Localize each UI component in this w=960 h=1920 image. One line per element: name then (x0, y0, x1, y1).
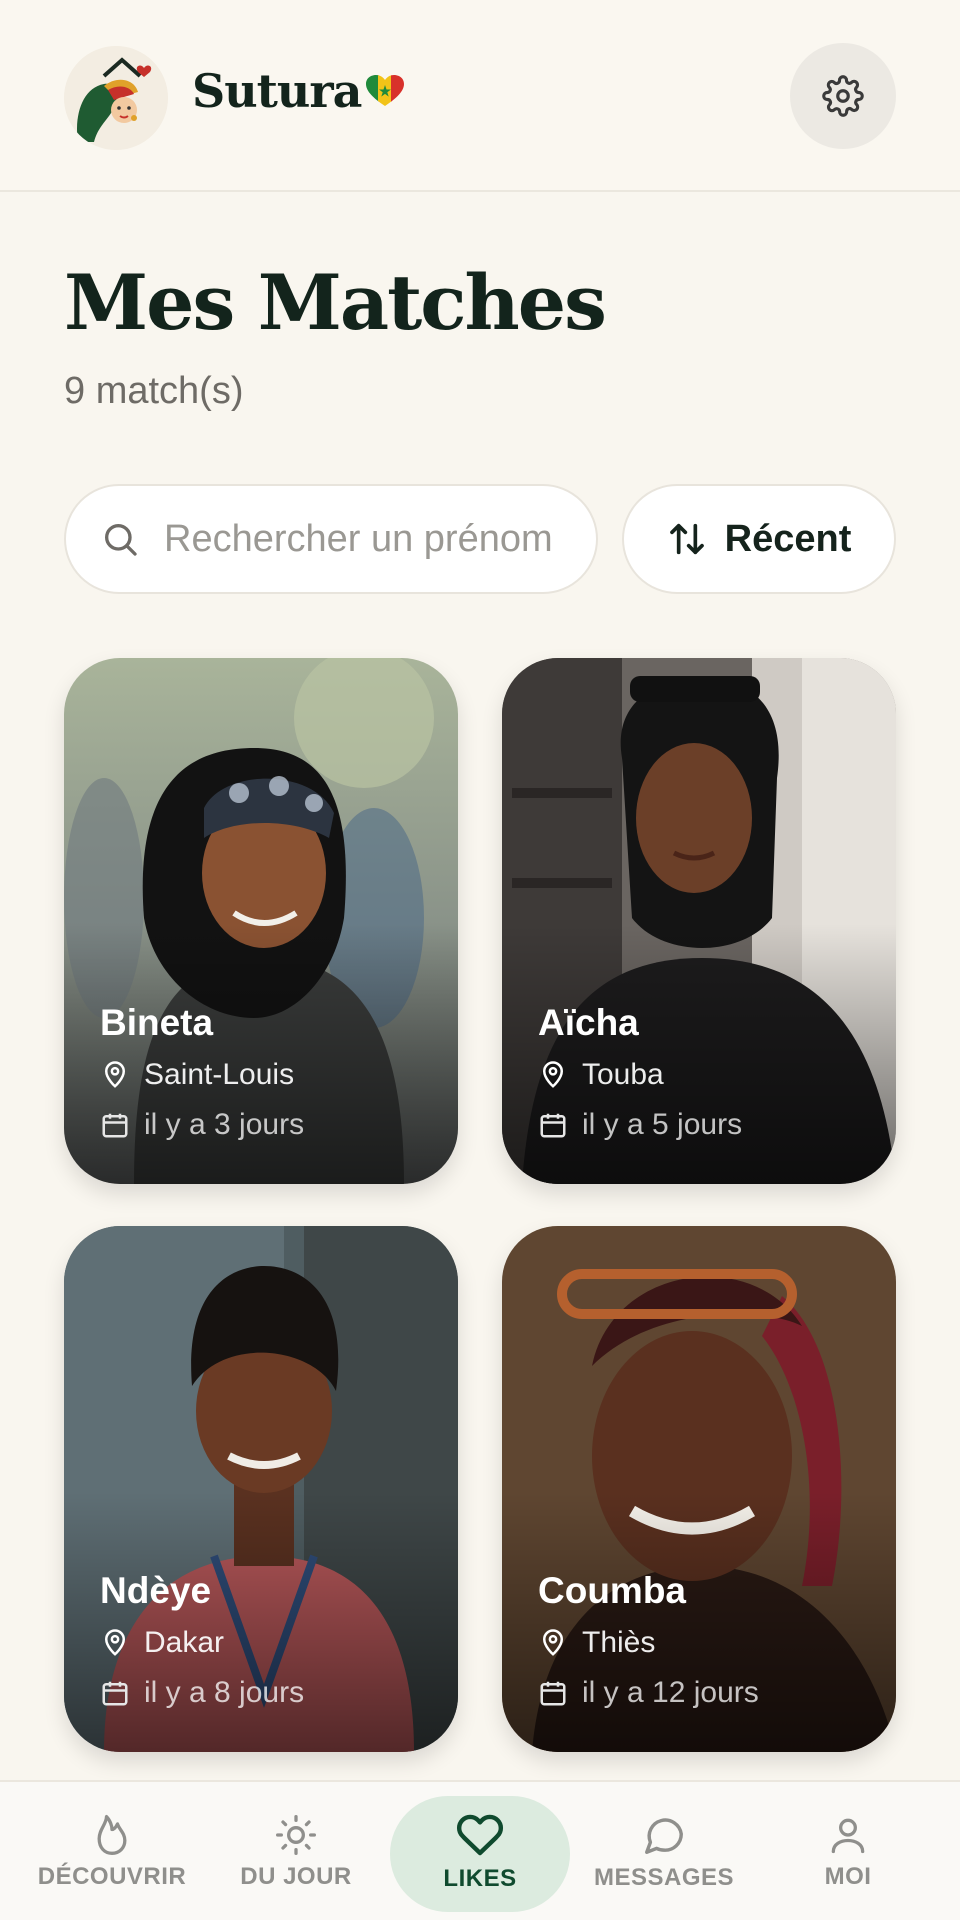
match-city-label: Thiès (582, 1626, 656, 1659)
sort-button[interactable]: Récent (622, 484, 896, 594)
flame-icon (97, 1815, 127, 1855)
sun-icon (276, 1815, 316, 1855)
senegal-flag-heart-icon (366, 75, 405, 106)
match-date: il y a 8 jours (100, 1676, 304, 1710)
match-card[interactable]: Bineta Saint-Louis il y a 3 jours (64, 658, 458, 1184)
app-header: Sutura (0, 0, 960, 192)
woman-house-logo-icon (64, 46, 168, 150)
calendar-icon (540, 1113, 566, 1138)
match-card[interactable]: Aïcha Touba il y a 5 jours (502, 658, 896, 1184)
bottom-nav: DÉCOUVRIR DU JOUR LIKES MESSAGES MOI (0, 1780, 960, 1920)
match-card[interactable]: Coumba Thiès il y a 12 jours (502, 1226, 896, 1752)
match-city: Touba (538, 1058, 664, 1092)
match-date-label: il y a 3 jours (144, 1108, 305, 1141)
page-title: Mes Matches (64, 258, 607, 347)
location-pin-icon (542, 1061, 564, 1088)
match-city-label: Touba (582, 1058, 664, 1091)
location-pin-icon (104, 1629, 126, 1656)
match-date: il y a 5 jours (538, 1108, 742, 1142)
user-icon (831, 1818, 865, 1854)
search-input[interactable] (164, 517, 564, 561)
card-overlay (64, 1492, 458, 1752)
search-bar[interactable] (64, 484, 598, 594)
nav-item-messages[interactable]: MESSAGES (574, 1782, 754, 1920)
brand-name: Sutura (192, 64, 405, 118)
match-city-label: Dakar (144, 1626, 225, 1659)
nav-label: MESSAGES (593, 1864, 735, 1891)
match-name: Aïcha (538, 1002, 639, 1043)
match-city: Thiès (538, 1626, 655, 1660)
nav-item-decouvrir[interactable]: DÉCOUVRIR (22, 1782, 202, 1920)
match-date: il y a 3 jours (100, 1108, 304, 1142)
match-card[interactable]: Ndèye Dakar il y a 8 jours (64, 1226, 458, 1752)
match-name: Ndèye (100, 1570, 212, 1611)
chat-bubble-icon (645, 1818, 683, 1854)
nav-label: LIKES (443, 1865, 517, 1892)
card-overlay (64, 924, 458, 1184)
match-city: Saint-Louis (100, 1058, 294, 1092)
match-city: Dakar (100, 1626, 224, 1660)
match-name: Coumba (538, 1570, 686, 1611)
match-date: il y a 12 jours (538, 1676, 759, 1710)
location-pin-icon (104, 1061, 126, 1088)
nav-label: DU JOUR (240, 1863, 352, 1890)
match-name: Bineta (100, 1002, 214, 1043)
location-pin-icon (542, 1629, 564, 1656)
settings-button[interactable] (790, 43, 896, 149)
nav-label: MOI (824, 1863, 872, 1890)
match-date-label: il y a 12 jours (582, 1676, 759, 1709)
search-icon (105, 524, 137, 556)
card-overlay (502, 924, 896, 1184)
nav-item-likes[interactable]: LIKES (390, 1782, 570, 1920)
heart-icon (456, 1814, 503, 1856)
gear-icon (822, 75, 864, 117)
calendar-icon (102, 1681, 128, 1706)
match-date-label: il y a 5 jours (582, 1108, 743, 1141)
sort-arrows-icon (669, 523, 704, 555)
match-date-label: il y a 8 jours (144, 1676, 305, 1709)
nav-label: DÉCOUVRIR (37, 1863, 187, 1890)
match-city-label: Saint-Louis (144, 1058, 295, 1091)
card-overlay (502, 1492, 896, 1752)
brand-logo[interactable] (64, 46, 168, 150)
calendar-icon (102, 1113, 128, 1138)
brand-text: Sutura (192, 64, 362, 118)
calendar-icon (540, 1681, 566, 1706)
sort-label: Récent (724, 517, 852, 560)
match-count: 9 match(s) (64, 370, 244, 412)
nav-item-moi[interactable]: MOI (758, 1782, 938, 1920)
nav-item-du-jour[interactable]: DU JOUR (206, 1782, 386, 1920)
